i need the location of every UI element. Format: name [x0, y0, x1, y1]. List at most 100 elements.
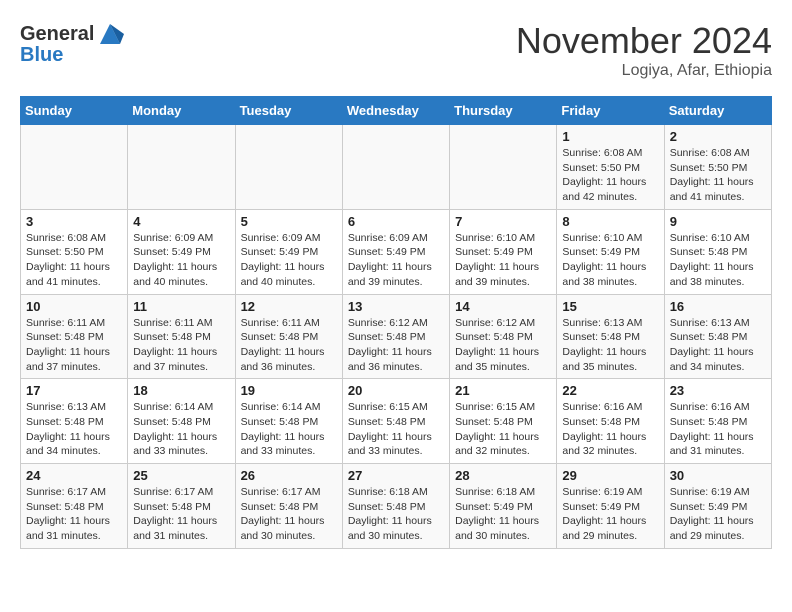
col-header-sunday: Sunday — [21, 97, 128, 125]
title-block: November 2024 Logiya, Afar, Ethiopia — [516, 20, 772, 80]
day-number: 20 — [348, 383, 444, 398]
day-number: 6 — [348, 214, 444, 229]
day-info: Sunrise: 6:08 AM Sunset: 5:50 PM Dayligh… — [670, 146, 766, 205]
day-cell: 25Sunrise: 6:17 AM Sunset: 5:48 PM Dayli… — [128, 464, 235, 549]
day-number: 17 — [26, 383, 122, 398]
day-cell: 3 Sunrise: 6:08 AM Sunset: 5:50 PM Daylig… — [21, 209, 128, 294]
day-info: Sunrise: 6:12 AM Sunset: 5:48 PM Dayligh… — [455, 316, 551, 375]
day-number: 4 — [133, 214, 229, 229]
day-info: Sunrise: 6:08 AM Sunset: 5:50 PM Dayligh… — [562, 146, 658, 205]
col-header-friday: Friday — [557, 97, 664, 125]
day-number: 28 — [455, 468, 551, 483]
day-number: 22 — [562, 383, 658, 398]
day-cell: 17 Sunrise: 6:13 AM Sunset: 5:48 PM Dayli… — [21, 379, 128, 464]
day-number: 23 — [670, 383, 766, 398]
day-number: 12 — [241, 299, 337, 314]
day-info: Sunrise: 6:09 AM Sunset: 5:49 PM Dayligh… — [133, 231, 229, 290]
week-row-1: 1Sunrise: 6:08 AM Sunset: 5:50 PM Daylig… — [21, 125, 772, 210]
day-cell: 5Sunrise: 6:09 AM Sunset: 5:49 PM Daylig… — [235, 209, 342, 294]
day-number: 8 — [562, 214, 658, 229]
calendar-header-row: SundayMondayTuesdayWednesdayThursdayFrid… — [21, 97, 772, 125]
day-info: Sunrise: 6:18 AM Sunset: 5:48 PM Dayligh… — [348, 485, 444, 544]
week-row-3: 10 Sunrise: 6:11 AM Sunset: 5:48 PM Dayli… — [21, 294, 772, 379]
day-cell: 11Sunrise: 6:11 AM Sunset: 5:48 PM Dayli… — [128, 294, 235, 379]
day-number: 27 — [348, 468, 444, 483]
logo-general: General — [20, 23, 94, 45]
day-cell — [235, 125, 342, 210]
day-info: Sunrise: 6:09 AM Sunset: 5:49 PM Dayligh… — [348, 231, 444, 290]
day-cell: 6 Sunrise: 6:09 AM Sunset: 5:49 PM Daylig… — [342, 209, 449, 294]
day-number: 19 — [241, 383, 337, 398]
calendar-table: SundayMondayTuesdayWednesdayThursdayFrid… — [20, 96, 772, 549]
day-info: Sunrise: 6:15 AM Sunset: 5:48 PM Dayligh… — [348, 400, 444, 459]
col-header-monday: Monday — [128, 97, 235, 125]
day-cell: 2 Sunrise: 6:08 AM Sunset: 5:50 PM Daylig… — [664, 125, 771, 210]
day-cell: 30 Sunrise: 6:19 AM Sunset: 5:49 PM Dayli… — [664, 464, 771, 549]
day-info: Sunrise: 6:11 AM Sunset: 5:48 PM Dayligh… — [241, 316, 337, 375]
day-cell: 29Sunrise: 6:19 AM Sunset: 5:49 PM Dayli… — [557, 464, 664, 549]
day-number: 30 — [670, 468, 766, 483]
day-cell: 23 Sunrise: 6:16 AM Sunset: 5:48 PM Dayli… — [664, 379, 771, 464]
day-info: Sunrise: 6:11 AM Sunset: 5:48 PM Dayligh… — [133, 316, 229, 375]
day-info: Sunrise: 6:13 AM Sunset: 5:48 PM Dayligh… — [562, 316, 658, 375]
day-info: Sunrise: 6:16 AM Sunset: 5:48 PM Dayligh… — [562, 400, 658, 459]
month-title: November 2024 — [516, 20, 772, 62]
day-info: Sunrise: 6:16 AM Sunset: 5:48 PM Dayligh… — [670, 400, 766, 459]
day-info: Sunrise: 6:14 AM Sunset: 5:48 PM Dayligh… — [241, 400, 337, 459]
day-info: Sunrise: 6:15 AM Sunset: 5:48 PM Dayligh… — [455, 400, 551, 459]
day-info: Sunrise: 6:10 AM Sunset: 5:49 PM Dayligh… — [562, 231, 658, 290]
day-cell — [21, 125, 128, 210]
day-info: Sunrise: 6:13 AM Sunset: 5:48 PM Dayligh… — [26, 400, 122, 459]
day-number: 7 — [455, 214, 551, 229]
day-cell: 28Sunrise: 6:18 AM Sunset: 5:49 PM Dayli… — [450, 464, 557, 549]
day-number: 15 — [562, 299, 658, 314]
day-cell: 12 Sunrise: 6:11 AM Sunset: 5:48 PM Dayli… — [235, 294, 342, 379]
day-cell: 4 Sunrise: 6:09 AM Sunset: 5:49 PM Daylig… — [128, 209, 235, 294]
day-cell: 19 Sunrise: 6:14 AM Sunset: 5:48 PM Dayli… — [235, 379, 342, 464]
day-number: 9 — [670, 214, 766, 229]
day-cell: 1Sunrise: 6:08 AM Sunset: 5:50 PM Daylig… — [557, 125, 664, 210]
week-row-4: 17 Sunrise: 6:13 AM Sunset: 5:48 PM Dayli… — [21, 379, 772, 464]
col-header-wednesday: Wednesday — [342, 97, 449, 125]
day-number: 10 — [26, 299, 122, 314]
day-cell: 20 Sunrise: 6:15 AM Sunset: 5:48 PM Dayli… — [342, 379, 449, 464]
day-info: Sunrise: 6:12 AM Sunset: 5:48 PM Dayligh… — [348, 316, 444, 375]
day-cell: 8 Sunrise: 6:10 AM Sunset: 5:49 PM Daylig… — [557, 209, 664, 294]
day-info: Sunrise: 6:08 AM Sunset: 5:50 PM Dayligh… — [26, 231, 122, 290]
day-number: 2 — [670, 129, 766, 144]
day-cell: 24 Sunrise: 6:17 AM Sunset: 5:48 PM Dayli… — [21, 464, 128, 549]
day-info: Sunrise: 6:17 AM Sunset: 5:48 PM Dayligh… — [133, 485, 229, 544]
week-row-2: 3 Sunrise: 6:08 AM Sunset: 5:50 PM Daylig… — [21, 209, 772, 294]
day-cell: 21 Sunrise: 6:15 AM Sunset: 5:48 PM Dayli… — [450, 379, 557, 464]
day-cell: 18Sunrise: 6:14 AM Sunset: 5:48 PM Dayli… — [128, 379, 235, 464]
day-info: Sunrise: 6:11 AM Sunset: 5:48 PM Dayligh… — [26, 316, 122, 375]
day-cell — [342, 125, 449, 210]
day-info: Sunrise: 6:09 AM Sunset: 5:49 PM Dayligh… — [241, 231, 337, 290]
location-subtitle: Logiya, Afar, Ethiopia — [516, 62, 772, 80]
day-number: 24 — [26, 468, 122, 483]
col-header-saturday: Saturday — [664, 97, 771, 125]
day-info: Sunrise: 6:19 AM Sunset: 5:49 PM Dayligh… — [670, 485, 766, 544]
day-cell: 10 Sunrise: 6:11 AM Sunset: 5:48 PM Dayli… — [21, 294, 128, 379]
day-cell: 22 Sunrise: 6:16 AM Sunset: 5:48 PM Dayli… — [557, 379, 664, 464]
page-header: General Blue November 2024 Logiya, Afar,… — [20, 20, 772, 80]
day-number: 3 — [26, 214, 122, 229]
day-info: Sunrise: 6:10 AM Sunset: 5:48 PM Dayligh… — [670, 231, 766, 290]
day-number: 16 — [670, 299, 766, 314]
day-info: Sunrise: 6:14 AM Sunset: 5:48 PM Dayligh… — [133, 400, 229, 459]
day-cell: 13Sunrise: 6:12 AM Sunset: 5:48 PM Dayli… — [342, 294, 449, 379]
day-number: 21 — [455, 383, 551, 398]
day-cell: 27 Sunrise: 6:18 AM Sunset: 5:48 PM Dayli… — [342, 464, 449, 549]
day-cell: 15 Sunrise: 6:13 AM Sunset: 5:48 PM Dayli… — [557, 294, 664, 379]
day-cell: 9 Sunrise: 6:10 AM Sunset: 5:48 PM Daylig… — [664, 209, 771, 294]
day-info: Sunrise: 6:17 AM Sunset: 5:48 PM Dayligh… — [26, 485, 122, 544]
logo: General Blue — [20, 20, 124, 66]
day-info: Sunrise: 6:17 AM Sunset: 5:48 PM Dayligh… — [241, 485, 337, 544]
week-row-5: 24 Sunrise: 6:17 AM Sunset: 5:48 PM Dayli… — [21, 464, 772, 549]
day-info: Sunrise: 6:10 AM Sunset: 5:49 PM Dayligh… — [455, 231, 551, 290]
day-number: 14 — [455, 299, 551, 314]
day-cell: 26Sunrise: 6:17 AM Sunset: 5:48 PM Dayli… — [235, 464, 342, 549]
day-cell — [450, 125, 557, 210]
day-cell: 14 Sunrise: 6:12 AM Sunset: 5:48 PM Dayli… — [450, 294, 557, 379]
col-header-thursday: Thursday — [450, 97, 557, 125]
